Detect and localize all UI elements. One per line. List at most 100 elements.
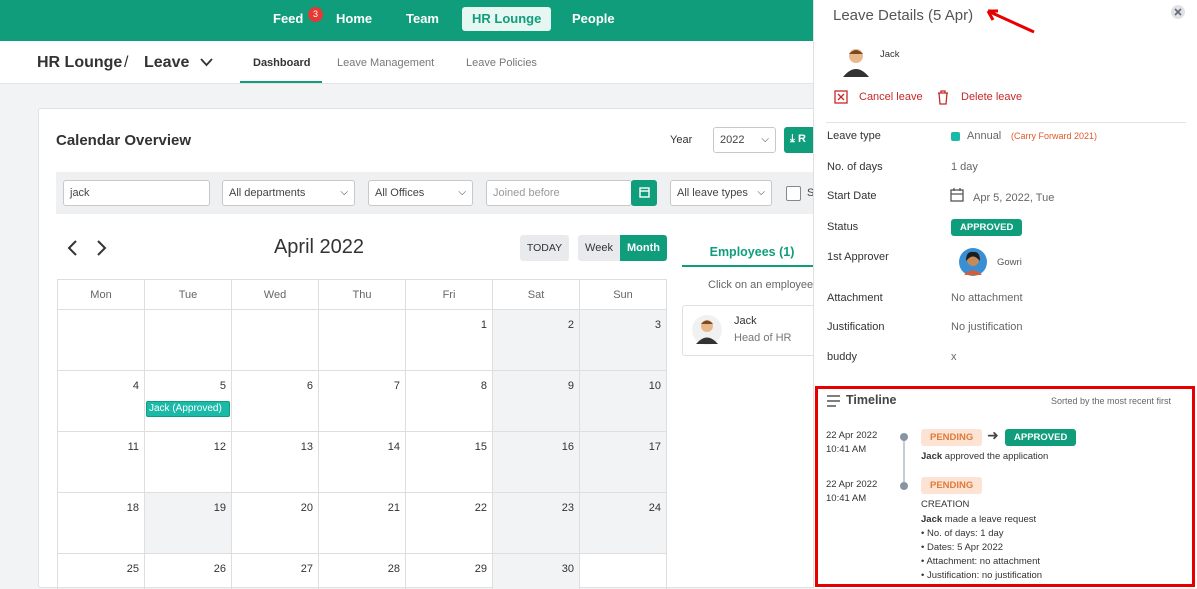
calendar-day-cell[interactable]: 9 [493,371,580,432]
leave-types-select[interactable]: All leave types ⌵ [670,180,772,206]
previous-month-icon[interactable] [66,239,78,257]
buddy-value: x [951,351,957,363]
filter-checkbox[interactable] [786,186,801,201]
nav-home[interactable]: Home [326,7,382,31]
close-icon[interactable] [1171,5,1185,19]
employee-name: Jack [880,49,900,60]
joined-before-input[interactable]: Joined before [486,180,632,206]
calendar-day-cell[interactable]: 7 [319,371,406,432]
active-tab-indicator [240,81,322,83]
departments-select[interactable]: All departments ⌵ [222,180,355,206]
breadcrumb-separator: / [124,54,129,71]
employee-avatar [843,49,869,77]
calendar-event-jack[interactable]: Jack (Approved) [146,401,230,417]
calendar-day-cell[interactable] [580,554,667,589]
calendar-day-cell[interactable]: 11 [58,432,145,493]
trash-icon [938,90,948,105]
timeline-dot [900,482,908,490]
status-from-badge: PENDING [921,429,983,446]
employee-role: Head of HR [734,332,792,344]
calendar-day-cell[interactable]: 24 [580,493,667,554]
entry-bullet: • Justification: no justification [921,570,1043,581]
calendar-day-cell[interactable]: 15 [406,432,493,493]
calendar-day-cell[interactable] [145,310,232,371]
calendar-day-cell[interactable]: 27 [232,554,319,589]
buddy-label: buddy [827,351,857,363]
calendar-day-cell[interactable]: 3 [580,310,667,371]
status-badge: PENDING [921,477,983,494]
calendar-day-cell[interactable]: 14 [319,432,406,493]
calendar-day-cell[interactable]: 26 [145,554,232,589]
calendar-icon [639,187,650,198]
year-select[interactable]: 2022 ⌵ [713,127,776,153]
list-icon [827,395,840,407]
calendar-day-cell[interactable]: 28 [319,554,406,589]
tab-dashboard[interactable]: Dashboard [253,57,310,69]
attachment-value: No attachment [951,292,1023,304]
year-label: Year [670,134,693,146]
leave-type-note: (Carry Forward 2021) [1011,131,1098,141]
search-input[interactable]: jack [63,180,210,206]
calendar-day-cell[interactable]: 20 [232,493,319,554]
calendar-day-cell[interactable]: 16 [493,432,580,493]
calendar-picker-button[interactable] [631,180,657,206]
next-month-icon[interactable] [96,239,108,257]
offices-select[interactable]: All Offices ⌵ [368,180,473,206]
calendar-day-cell[interactable]: 6 [232,371,319,432]
timeline-sort-note: Sorted by the most recent first [1051,396,1172,406]
week-view-button[interactable]: Week [578,235,620,261]
calendar-day-cell[interactable]: 13 [232,432,319,493]
employee-card[interactable]: Jack Head of HR [682,305,822,356]
approver-label: 1st Approver [827,251,889,263]
calendar-day-cell[interactable]: 4 [58,371,145,432]
calendar-overview-card: Calendar Overview Year 2022 ⌵ ⤓ R jack Al… [38,108,822,589]
calendar-day-cell[interactable]: 25 [58,554,145,589]
tab-leave-management[interactable]: Leave Management [337,57,434,69]
month-view-button[interactable]: Month [620,235,667,261]
entry-bullet: • Dates: 5 Apr 2022 [921,542,1004,553]
weekday-header: Tue [145,280,232,310]
calendar-day-cell[interactable]: 2 [493,310,580,371]
calendar-day-cell[interactable]: 17 [580,432,667,493]
calendar-day-cell[interactable]: 10 [580,371,667,432]
tab-employees[interactable]: Employees (1) [682,237,822,267]
calendar-day-cell[interactable]: 23 [493,493,580,554]
filter-bar: jack All departments ⌵ All Offices ⌵ Joine… [56,172,818,214]
timeline-line [903,441,905,485]
entry-date: 22 Apr 2022 [826,479,878,490]
tab-leave-policies[interactable]: Leave Policies [466,57,537,69]
calendar-day-cell[interactable]: 8 [406,371,493,432]
divider [826,122,1186,123]
avatar [692,315,722,345]
arrow-annotation [986,9,1035,34]
calendar-day-cell[interactable]: 19 [145,493,232,554]
weekday-header: Thu [319,280,406,310]
weekday-header: Wed [232,280,319,310]
status-to-badge: APPROVED [1005,429,1077,446]
calendar-day-cell[interactable]: 22 [406,493,493,554]
calendar-day-cell[interactable]: 12 [145,432,232,493]
nav-people[interactable]: People [562,7,625,31]
calendar-day-cell[interactable]: 30 [493,554,580,589]
calendar-day-cell[interactable] [319,310,406,371]
nav-feed[interactable]: Feed [263,7,313,31]
panel-title: Leave Details (5 Apr) [833,7,974,24]
calendar-day-cell[interactable] [232,310,319,371]
calendar-day-cell[interactable]: 1 [406,310,493,371]
approver-avatar [959,248,987,276]
weekday-header: Sun [580,280,667,310]
breadcrumb-hr-lounge[interactable]: HR Lounge [37,54,122,72]
calendar-day-cell[interactable] [58,310,145,371]
breadcrumb-leave[interactable]: Leave [144,54,189,72]
chevron-down-icon[interactable] [200,58,213,67]
nav-hr-lounge[interactable]: HR Lounge [462,7,552,31]
start-date-value: Apr 5, 2022, Tue [973,192,1055,204]
entry-description: Jack approved the application [921,451,1049,462]
calendar-day-cell[interactable]: 29 [406,554,493,589]
today-button[interactable]: TODAY [520,235,569,261]
employees-hint: Click on an employee [708,279,814,291]
calendar-day-cell[interactable]: 21 [319,493,406,554]
days-value: 1 day [951,161,978,173]
calendar-day-cell[interactable]: 18 [58,493,145,554]
nav-team[interactable]: Team [396,7,449,31]
